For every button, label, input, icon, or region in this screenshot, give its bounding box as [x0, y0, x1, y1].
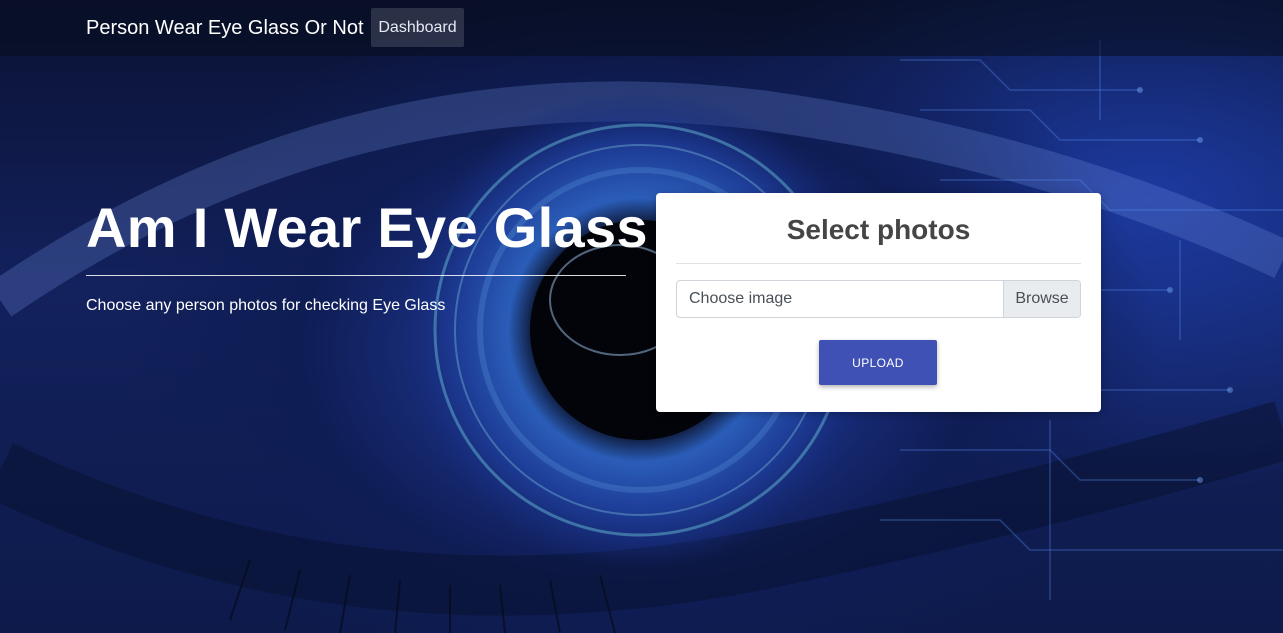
upload-button[interactable]: UPLOAD — [819, 340, 937, 385]
file-input[interactable]: Choose image Browse — [676, 280, 1081, 318]
file-input-label[interactable]: Choose image — [677, 281, 1003, 317]
upload-card-title: Select photos — [786, 214, 971, 245]
hero-subtitle: Choose any person photos for checking Ey… — [86, 297, 446, 314]
nav-link-dashboard[interactable]: Dashboard — [371, 8, 464, 47]
card-divider — [676, 263, 1081, 264]
navbar: Person Wear Eye Glass Or Not Dashboard — [0, 0, 1283, 56]
hero-divider — [86, 275, 626, 276]
navbar-brand[interactable]: Person Wear Eye Glass Or Not — [86, 16, 364, 40]
hero-title: Am I Wear Eye Glass — [86, 196, 648, 259]
upload-card: Select photos Choose image Browse UPLOAD — [656, 193, 1101, 412]
browse-button[interactable]: Browse — [1003, 281, 1080, 317]
